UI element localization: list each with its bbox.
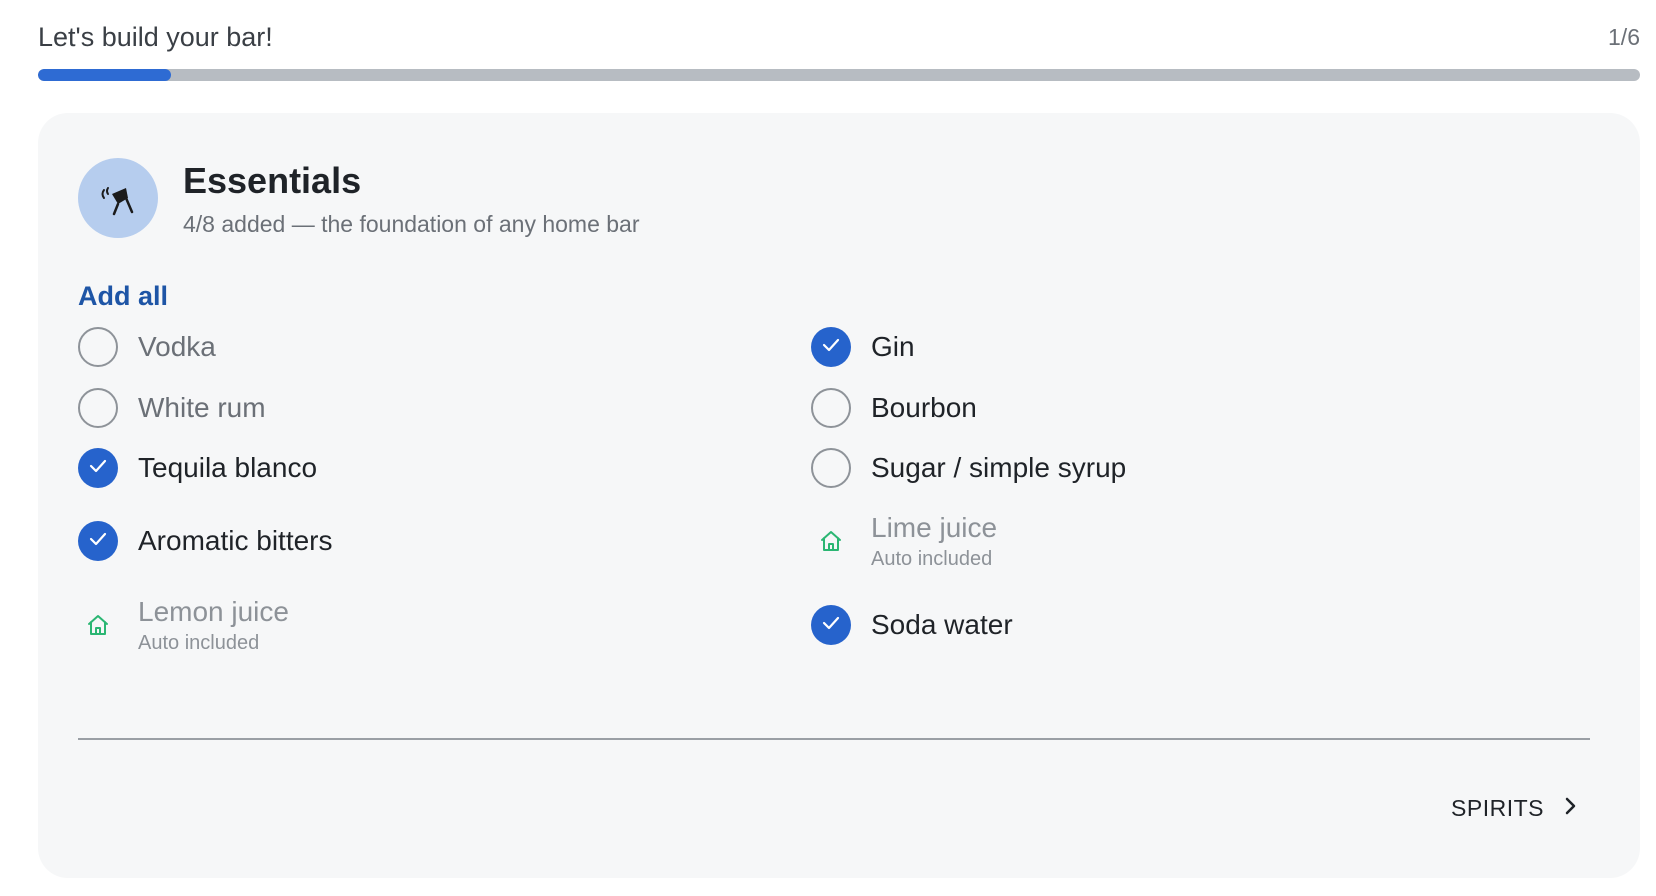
item-label: Lemon juice [138,596,289,627]
check-icon [89,459,107,478]
check-icon [822,616,840,635]
item-label: Soda water [871,609,1013,640]
unchecked-checkbox[interactable] [78,388,118,428]
step-counter: 1/6 [1608,24,1640,50]
checked-checkbox[interactable] [811,605,851,645]
page-title: Let's build your bar! [38,22,273,52]
category-subtitle: 4/8 added — the foundation of any home b… [183,211,640,237]
item-label: Bourbon [871,392,977,423]
check-icon [89,532,107,551]
item-note: Auto included [871,548,993,570]
check-icon [822,338,840,357]
item-note: Auto included [138,632,260,654]
home-icon [78,605,118,645]
item-label: Sugar / simple syrup [871,452,1127,483]
item-label: White rum [138,392,266,423]
checked-checkbox[interactable] [78,448,118,488]
next-category-label: SPIRITS [1451,794,1544,821]
item-label: Tequila blanco [138,452,318,483]
unchecked-checkbox[interactable] [78,327,118,367]
checked-checkbox[interactable] [78,521,118,561]
category-title: Essentials [183,160,362,201]
unchecked-checkbox[interactable] [811,388,851,428]
progress-fill [38,69,171,81]
category-card: Essentials 4/8 added — the foundation of… [38,113,1640,878]
checked-checkbox[interactable] [811,327,851,367]
progress-bar [38,69,1640,81]
divider [78,738,1590,740]
item-label: Aromatic bitters [138,525,333,556]
unchecked-checkbox[interactable] [811,448,851,488]
cocktail-shaker-icon [78,158,158,238]
header: Let's build your bar! 1/6 [38,18,1640,58]
next-category-button[interactable]: SPIRITS [1451,788,1578,828]
add-all-button[interactable]: Add all [78,281,168,312]
chevron-right-icon [1564,796,1578,821]
home-icon [811,521,851,561]
item-label: Vodka [138,331,216,362]
item-label: Gin [871,331,915,362]
item-label: Lime juice [871,512,998,543]
